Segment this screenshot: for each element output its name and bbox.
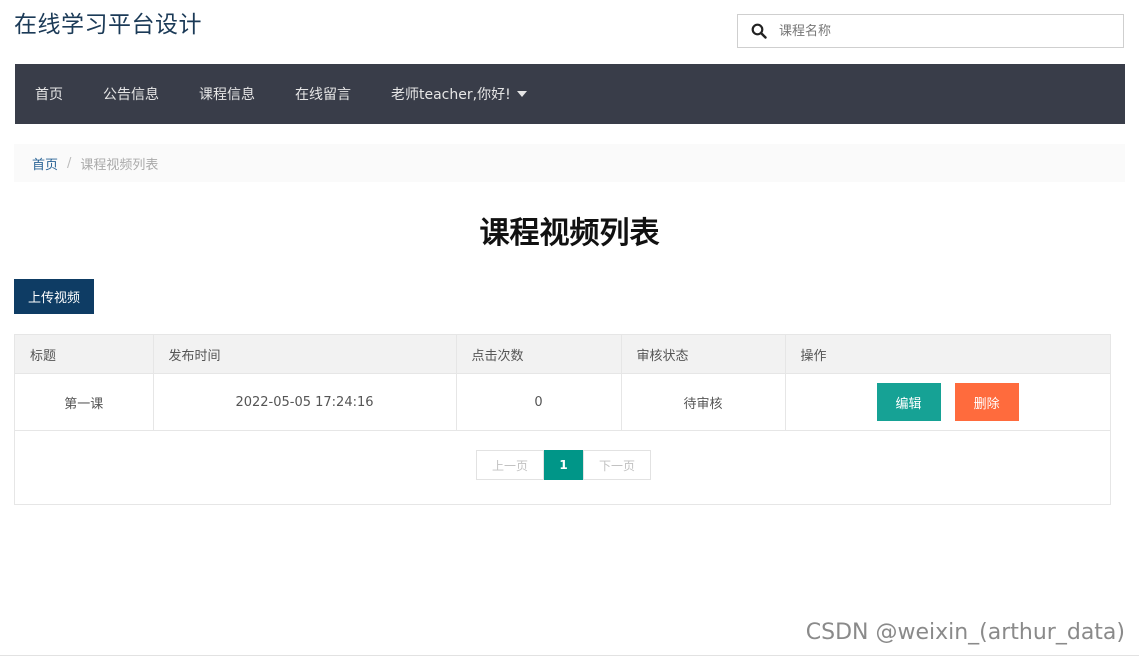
nav-user-menu[interactable]: 老师teacher,你好! xyxy=(371,84,547,104)
cell-title: 第一课 xyxy=(15,373,154,431)
bottom-divider xyxy=(0,655,1139,656)
main-navbar: 首页 公告信息 课程信息 在线留言 老师teacher,你好! xyxy=(15,64,1125,124)
cell-review-status: 待审核 xyxy=(621,373,786,431)
upload-video-button[interactable]: 上传视频 xyxy=(14,279,94,314)
header-actions: 操作 xyxy=(785,335,1110,374)
nav-item-messages[interactable]: 在线留言 xyxy=(275,84,371,104)
search-box[interactable] xyxy=(737,14,1124,48)
header-clicks: 点击次数 xyxy=(456,335,622,374)
delete-button[interactable]: 删除 xyxy=(954,383,1019,421)
site-title: 在线学习平台设计 xyxy=(14,12,202,38)
user-menu-label: 老师teacher,你好! xyxy=(391,87,511,103)
header-publish-time: 发布时间 xyxy=(153,335,457,374)
breadcrumb-current: 课程视频列表 xyxy=(80,157,159,173)
nav-item-home[interactable]: 首页 xyxy=(15,84,83,104)
breadcrumb: 首页 / 课程视频列表 xyxy=(14,144,1125,182)
next-page-button[interactable]: 下一页 xyxy=(583,450,651,480)
search-input[interactable] xyxy=(779,23,1099,39)
pagination: 上一页 1 下一页 xyxy=(476,450,651,480)
watermark: CSDN @weixin_(arthur_data) xyxy=(805,620,1125,645)
breadcrumb-home-link[interactable]: 首页 xyxy=(32,154,58,173)
header-review-status: 审核状态 xyxy=(621,335,786,374)
current-page-button[interactable]: 1 xyxy=(544,450,583,480)
caret-down-icon xyxy=(516,91,527,97)
table-row: 第一课 2022-05-05 17:24:16 0 待审核 编辑 删除 xyxy=(15,373,1110,431)
nav-item-courses[interactable]: 课程信息 xyxy=(179,84,275,104)
search-icon xyxy=(751,23,767,39)
cell-actions: 编辑 删除 xyxy=(785,373,1110,431)
breadcrumb-separator: / xyxy=(67,155,72,171)
header-title: 标题 xyxy=(15,335,154,374)
edit-button[interactable]: 编辑 xyxy=(876,383,941,421)
nav-item-announcements[interactable]: 公告信息 xyxy=(83,84,179,104)
cell-publish-time: 2022-05-05 17:24:16 xyxy=(153,373,457,431)
prev-page-button[interactable]: 上一页 xyxy=(476,450,544,480)
table-header-row: 标题 发布时间 点击次数 审核状态 操作 xyxy=(15,335,1110,374)
page-title: 课程视频列表 xyxy=(479,216,660,251)
cell-clicks: 0 xyxy=(456,373,622,431)
